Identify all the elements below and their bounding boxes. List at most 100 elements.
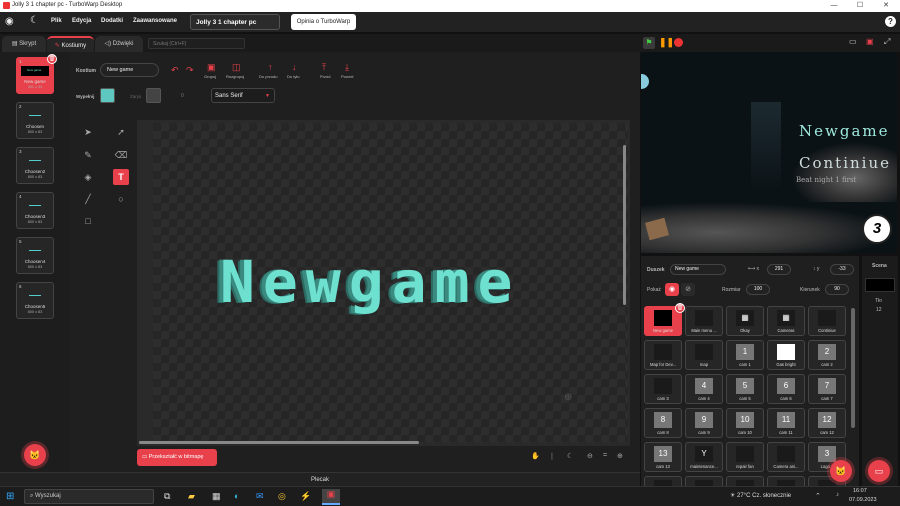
- show-eye-icon[interactable]: ◉: [665, 283, 679, 296]
- sprite-item[interactable]: 13 cam 13: [644, 442, 682, 472]
- speaker-tray-icon[interactable]: ♪: [836, 492, 839, 498]
- add-sprite-button[interactable]: 🐱: [830, 460, 852, 482]
- costume-item-2[interactable]: 2 Choosen 800 x 83: [16, 102, 54, 139]
- zoom-reset-icon[interactable]: =: [603, 452, 607, 459]
- costume-item-3[interactable]: 3 Choosen2 800 x 83: [16, 147, 54, 184]
- weather-widget[interactable]: ☀ 27°C Cz. słonecznie: [730, 492, 791, 499]
- menu-file[interactable]: Plik: [51, 18, 62, 24]
- sprite-item[interactable]: 10 cam 10: [726, 408, 764, 438]
- pause-icon[interactable]: ❚❚: [659, 37, 674, 48]
- hide-eye-icon[interactable]: ⊘: [681, 283, 695, 296]
- sprite-item[interactable]: Gas bright: [767, 340, 805, 370]
- sprite-item[interactable]: ▦ Cameras: [767, 306, 805, 336]
- windows-start-icon[interactable]: ⊞: [6, 491, 14, 502]
- eraser-tool[interactable]: ⌫: [113, 147, 129, 163]
- edge-icon[interactable]: ◐: [234, 491, 239, 501]
- maximize-button[interactable]: ☐: [850, 0, 870, 12]
- convert-bitmap-button[interactable]: ▭ Przekształć w bitmapę: [137, 449, 217, 466]
- brush-tool[interactable]: ✎: [80, 147, 96, 163]
- sprite-item[interactable]: 11 cam 11: [767, 408, 805, 438]
- canvas-text[interactable]: Newgame: [220, 248, 520, 316]
- sprite-item[interactable]: Continiue: [808, 306, 846, 336]
- forward-icon[interactable]: ↑: [268, 62, 273, 72]
- search-input[interactable]: Szukaj (Ctrl+F): [148, 38, 245, 49]
- fullscreen-icon[interactable]: ⤢: [884, 37, 890, 47]
- add-backdrop-button[interactable]: ▭: [868, 460, 890, 482]
- horizontal-scrollbar[interactable]: [139, 441, 419, 444]
- text-tool[interactable]: T: [113, 169, 129, 185]
- taskbar-search[interactable]: ⌕ Wyszukaj: [24, 489, 154, 504]
- delete-sprite-button[interactable]: 🗑: [675, 303, 685, 313]
- sprite-scrollbar[interactable]: [851, 308, 855, 428]
- menu-addons[interactable]: Dodatki: [101, 18, 123, 24]
- back-icon[interactable]: ⤓: [345, 62, 349, 73]
- theme-moon-icon[interactable]: ☾: [30, 15, 39, 26]
- green-flag-icon[interactable]: ⚑: [643, 37, 655, 49]
- add-costume-button[interactable]: 🐱: [24, 444, 46, 466]
- fill-color-swatch[interactable]: [100, 88, 115, 103]
- chrome-icon[interactable]: ◎: [278, 491, 286, 502]
- sprite-item[interactable]: 12 cam 12: [808, 408, 846, 438]
- large-stage-icon[interactable]: ▣: [866, 37, 874, 46]
- front-icon[interactable]: ⤒: [322, 62, 326, 73]
- clock-date[interactable]: 07.09.2023: [849, 497, 877, 503]
- reshape-tool[interactable]: ➚: [113, 124, 129, 140]
- vertical-scrollbar[interactable]: [623, 145, 626, 305]
- costume-item-6[interactable]: 6 Choosen5 800 x 83: [16, 282, 54, 319]
- costume-item-5[interactable]: 5 Choosen4 800 x 83: [16, 237, 54, 274]
- backpack-bar[interactable]: Plecak: [0, 472, 640, 486]
- moon-icon[interactable]: ☾: [567, 452, 573, 460]
- sprite-x-input[interactable]: 291: [767, 264, 791, 275]
- outline-size-input[interactable]: 0: [181, 93, 184, 99]
- rectangle-tool[interactable]: □: [80, 213, 96, 229]
- clock-time[interactable]: 16:07: [853, 488, 867, 494]
- sprite-item[interactable]: Map for Dev...: [644, 340, 682, 370]
- costume-item-1[interactable]: 1 New game New game 391 x 33 🗑: [16, 54, 57, 94]
- outline-color-swatch[interactable]: [146, 88, 161, 103]
- redo-icon[interactable]: ↷: [186, 65, 194, 76]
- delete-costume-button[interactable]: 🗑: [47, 54, 57, 64]
- select-tool[interactable]: ➤: [80, 124, 96, 140]
- costume-item-4[interactable]: 4 Choosen3 800 x 83: [16, 192, 54, 229]
- sprite-item[interactable]: Main menu ...: [685, 306, 723, 336]
- circle-tool[interactable]: ○: [113, 191, 129, 207]
- sprite-name-input[interactable]: New game: [670, 264, 726, 275]
- close-button[interactable]: ✕: [876, 0, 896, 12]
- turbowarp-taskbar-icon[interactable]: ▣: [322, 489, 340, 505]
- sprite-direction-input[interactable]: 90: [825, 284, 849, 295]
- sprite-item[interactable]: New game 🗑: [644, 303, 685, 336]
- task-view-icon[interactable]: ⧉: [164, 491, 170, 502]
- file-explorer-icon[interactable]: ▰: [188, 491, 195, 502]
- menu-advanced[interactable]: Zaawansowane: [133, 18, 177, 24]
- globe-icon[interactable]: ◉: [5, 16, 14, 27]
- sprite-item[interactable]: 6 cam 6: [767, 374, 805, 404]
- tab-sounds[interactable]: ◁) Dźwięki: [95, 36, 143, 52]
- minimize-button[interactable]: —: [824, 0, 844, 12]
- zoom-in-icon[interactable]: ⊕: [617, 452, 623, 460]
- tab-code[interactable]: ▤ Skrypt: [2, 36, 46, 52]
- tray-chevron-icon[interactable]: ⌃: [815, 492, 821, 500]
- sprite-item[interactable]: 9 cam 9: [685, 408, 723, 438]
- sprite-y-input[interactable]: -33: [830, 264, 854, 275]
- mail-icon[interactable]: ✉: [256, 491, 264, 502]
- hand-icon[interactable]: ✋: [531, 452, 540, 460]
- sprite-item[interactable]: Camera ani...: [767, 442, 805, 472]
- undo-icon[interactable]: ↶: [171, 65, 179, 76]
- sprite-item[interactable]: 1 cam 1: [726, 340, 764, 370]
- small-stage-icon[interactable]: ▭: [849, 37, 857, 46]
- stage-view[interactable]: Newgame Continiue Beat night 1 first 3: [641, 52, 897, 253]
- sprite-item[interactable]: cam 3: [644, 374, 682, 404]
- sprite-item[interactable]: repair fan: [726, 442, 764, 472]
- sprite-item[interactable]: 2 cam 2: [808, 340, 846, 370]
- stop-icon[interactable]: [674, 38, 683, 47]
- sprite-item[interactable]: 7 cam 7: [808, 374, 846, 404]
- sprite-item[interactable]: map: [685, 340, 723, 370]
- costume-name-input[interactable]: New game: [100, 63, 159, 77]
- scene-thumbnail[interactable]: [865, 278, 895, 292]
- fill-tool[interactable]: ◈: [80, 169, 96, 185]
- group-icon[interactable]: ▣: [207, 62, 216, 73]
- ungroup-icon[interactable]: ◫: [232, 62, 241, 73]
- store-icon[interactable]: ▦: [212, 491, 221, 502]
- sprite-item[interactable]: 8 cam 8: [644, 408, 682, 438]
- menu-edit[interactable]: Edycja: [72, 18, 91, 24]
